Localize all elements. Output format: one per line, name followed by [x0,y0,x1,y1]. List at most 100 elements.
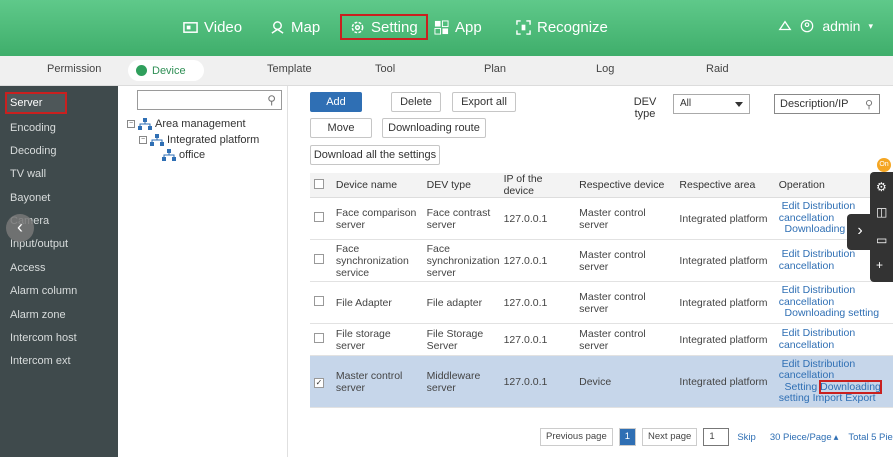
move-button[interactable]: Move [310,118,372,138]
add-button[interactable]: Add [310,92,362,112]
skip-button[interactable]: Skip [737,432,755,443]
cell-respective-device: Master control server [575,323,676,356]
downloading-setting-link[interactable]: Downloading setting [785,307,880,320]
tab-device[interactable]: Device [128,60,204,81]
sidebar-item-tv-wall[interactable]: TV wall [0,163,118,185]
downloading-link[interactable]: Downloading [785,223,846,236]
tab-raid[interactable]: Raid [706,63,729,75]
cell-operation: Edit Distribution cancellation Setting D… [774,355,893,408]
select-all-checkbox[interactable] [314,178,324,189]
edit-link[interactable]: Edit [782,284,800,297]
cell-device-name: Face comparison server [331,197,423,240]
previous-page-button[interactable]: Previous page [540,428,613,446]
cancellation-link[interactable]: cancellation [779,212,834,224]
table-row[interactable]: Face synchronization service Face synchr… [310,239,893,282]
setting-link[interactable]: Setting [785,381,818,393]
sidebar-item-decoding[interactable]: Decoding [0,140,118,162]
sidebar-item-alarm-zone[interactable]: Alarm zone [0,304,118,326]
tree-search-input[interactable]: ⚲ [137,90,282,110]
sidebar-item-intercom-host[interactable]: Intercom host [0,327,118,349]
distribution-link[interactable]: Distribution [803,248,856,260]
row-checkbox[interactable] [314,212,324,222]
sidebar-item-server[interactable]: Server [5,92,67,114]
table-row[interactable]: File Adapter File adapter 127.0.0.1 Mast… [310,281,893,324]
next-page-button[interactable]: Next page [642,428,698,446]
table-row[interactable]: File storage server File Storage Server … [310,323,893,356]
downloading-route-button[interactable]: Downloading route [382,118,486,138]
row-checkbox-checked[interactable]: ✓ [314,377,324,388]
page-size-select[interactable]: 30 Piece/Page [770,432,832,443]
tab-permission[interactable]: Permission [47,63,101,75]
tab-plan[interactable]: Plan [484,63,506,75]
export-all-button[interactable]: Export all [452,92,516,112]
cell-ip: 127.0.0.1 [499,355,576,408]
collapse-toggle-icon[interactable]: − [127,120,135,128]
cancellation-link[interactable]: cancellation [779,339,834,351]
collapse-toggle-icon[interactable]: − [139,136,147,144]
tab-tool[interactable]: Tool [375,63,395,75]
col-respective-device[interactable]: Respective device [575,173,676,198]
tab-template[interactable]: Template [267,63,312,75]
tree-node-office[interactable]: office [162,149,205,161]
description-ip-search-input[interactable]: Description/IP ⚲ [774,94,880,114]
tree-node-integrated-platform[interactable]: − Integrated platform [139,134,259,146]
plus-icon[interactable]: + [876,258,883,272]
sidebar: Server Encoding Decoding TV wall Bayonet… [0,86,118,457]
download-all-settings-button[interactable]: Download all the settings [310,145,440,165]
table-row[interactable]: Face comparison server Face contrast ser… [310,197,893,240]
settings-dot-icon[interactable]: ⚙ [876,180,887,194]
nav-recognize[interactable]: Recognize [516,14,608,40]
nav-setting[interactable]: Setting [340,14,428,40]
sidebar-item-encoding[interactable]: Encoding [0,117,118,139]
delete-button[interactable]: Delete [391,92,441,112]
nav-video[interactable]: Video [183,14,242,40]
edit-link[interactable]: Edit [782,200,800,213]
edit-link[interactable]: Edit [782,358,800,370]
distribution-link[interactable]: Distribution [803,327,856,339]
distribution-link[interactable]: Distribution [803,284,856,297]
dev-type-select[interactable]: All [673,94,750,114]
window-icon[interactable]: ▭ [876,233,887,247]
table-row-selected[interactable]: ✓ Master control server Middleware serve… [310,355,893,408]
user-menu[interactable]: admin ▾ [778,18,873,34]
edit-link[interactable]: Edit [782,248,800,260]
col-ip[interactable]: IP of the device [499,173,576,198]
row-checkbox[interactable] [314,254,324,264]
camera-icon[interactable]: ◫ [876,205,887,219]
cell-device-name: Face synchronization service [331,239,423,282]
export-link[interactable]: Export [845,392,875,404]
nav-map[interactable]: Map [270,14,320,40]
org-chart-icon [138,118,152,130]
chevron-right-icon[interactable]: › [847,214,873,250]
tab-log[interactable]: Log [596,63,614,75]
row-check-cell [310,197,332,240]
row-checkbox[interactable] [314,296,324,306]
chevron-up-icon[interactable]: ▴ [834,432,839,443]
cancellation-link[interactable]: cancellation [779,296,834,308]
distribution-link[interactable]: Distribution [803,200,856,213]
sidebar-item-alarm-column[interactable]: Alarm column [0,280,118,302]
nav-app[interactable]: App [434,14,482,40]
tree-node-area-management[interactable]: − Area management [127,118,246,130]
online-badge[interactable]: On [877,158,891,172]
cancellation-link[interactable]: cancellation [779,369,834,381]
notification-icon[interactable] [778,19,792,33]
import-link[interactable]: Import [813,392,843,404]
col-dev-type[interactable]: DEV type [422,173,500,198]
distribution-link[interactable]: Distribution [803,358,856,370]
page-jump-input[interactable]: 1 [703,428,730,446]
col-device-name[interactable]: Device name [331,173,423,198]
setting-link-2[interactable]: setting [779,392,810,404]
edit-link[interactable]: Edit [782,327,800,339]
search-icon[interactable]: ⚲ [865,96,873,114]
sidebar-item-access[interactable]: Access [0,257,118,279]
col-respective-area[interactable]: Respective area [675,173,775,198]
sidebar-item-bayonet[interactable]: Bayonet [0,187,118,209]
downloading-link[interactable]: Downloading [819,379,882,394]
sidebar-item-intercom-ext[interactable]: Intercom ext [0,350,118,372]
row-checkbox[interactable] [314,333,324,343]
cancellation-link[interactable]: cancellation [779,260,834,272]
page-1-button[interactable]: 1 [618,428,637,446]
chevron-left-icon[interactable]: ‹ [6,214,34,242]
search-icon[interactable]: ⚲ [267,93,276,107]
